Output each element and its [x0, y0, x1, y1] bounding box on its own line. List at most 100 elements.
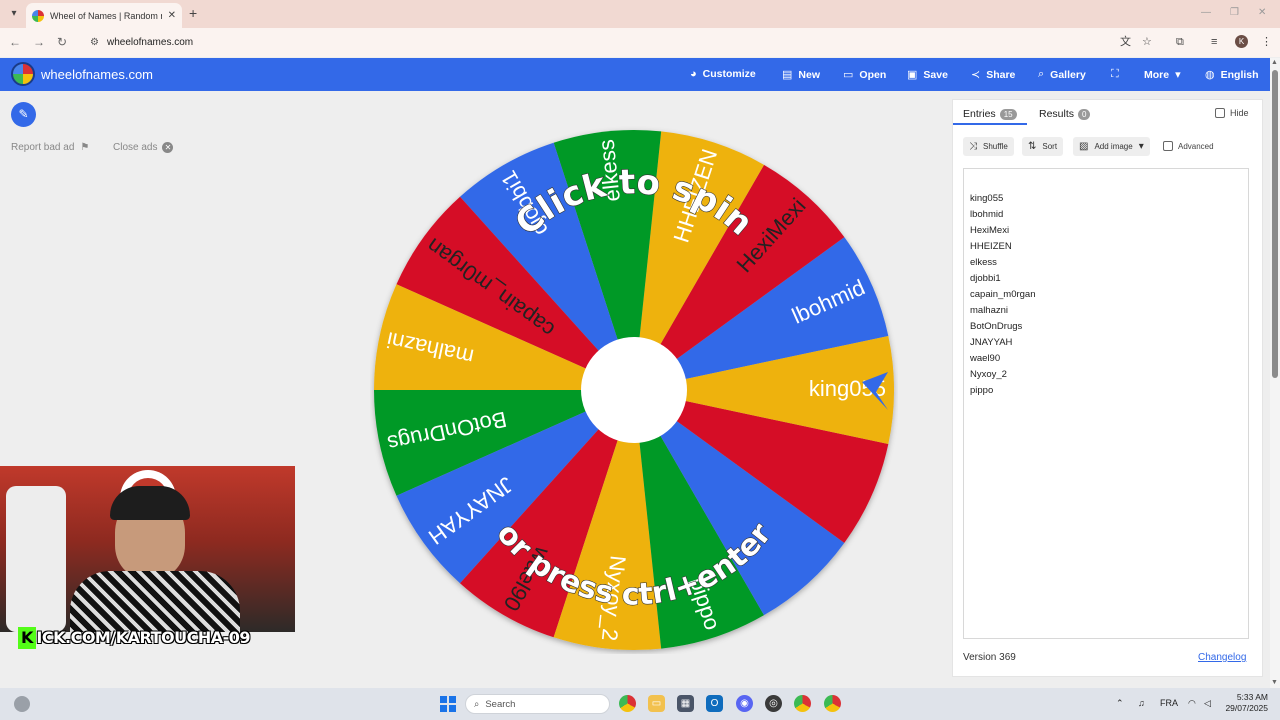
browser-tab[interactable]: Wheel of Names | Random nam ✕ — [26, 3, 182, 28]
scrollbar-thumb[interactable] — [1272, 70, 1278, 378]
back-icon[interactable]: ← — [9, 35, 21, 49]
tab-entries[interactable]: Entries 15 — [963, 108, 1017, 120]
discord-icon[interactable]: ◉ — [736, 695, 753, 712]
kick-channel-banner: K ICK.COM/KARTOUCHA-09 — [18, 627, 250, 649]
forward-icon[interactable]: → — [33, 35, 45, 49]
url-field[interactable]: ⚙ wheelofnames.com — [82, 31, 1142, 53]
start-windows-icon[interactable] — [440, 696, 456, 712]
language-button[interactable]: ◍ English — [1205, 68, 1259, 82]
shuffle-icon: ⤨ — [969, 141, 977, 152]
minimize-icon[interactable]: — — [1201, 7, 1211, 18]
site-info-icon[interactable]: ⚙ — [90, 37, 99, 48]
wheel-center[interactable] — [581, 337, 687, 443]
close-ads-link[interactable]: Close ads ✕ — [113, 142, 174, 153]
changelog-link[interactable]: Changelog — [1198, 652, 1246, 663]
add-image-button[interactable]: ▨ Add image ▾ — [1073, 137, 1150, 156]
shuffle-button[interactable]: ⤨ Shuffle — [963, 137, 1014, 156]
report-bad-ad-link[interactable]: Report bad ad ⚑ — [11, 142, 89, 153]
entries-textarea[interactable] — [963, 168, 1249, 639]
wheel-logo-icon[interactable] — [11, 62, 35, 86]
volume-icon[interactable]: ◁ — [1204, 698, 1211, 709]
new-tab-icon[interactable]: + — [189, 6, 197, 20]
translate-icon[interactable]: 文 — [1120, 35, 1131, 49]
language-indicator[interactable]: FRA — [1160, 698, 1178, 708]
media-icon[interactable]: ≡ — [1211, 35, 1217, 49]
hide-toggle[interactable]: Hide — [1215, 108, 1249, 118]
store-icon[interactable]: ▦ — [677, 695, 694, 712]
entry-item[interactable]: djobbi1 — [970, 273, 1001, 284]
entry-item[interactable]: capain_m0rgan — [970, 289, 1036, 300]
webcam-overlay — [0, 466, 295, 632]
fullscreen-button[interactable]: ⛶ — [1111, 68, 1119, 81]
scroll-up-icon[interactable]: ▲ — [1271, 59, 1278, 66]
chevron-down-icon: ▾ — [1175, 69, 1181, 81]
share-button[interactable]: ≺ Share — [971, 68, 1015, 82]
reload-icon[interactable]: ↻ — [57, 35, 67, 49]
entry-item[interactable]: HexiMexi — [970, 225, 1009, 236]
entry-item[interactable]: wael90 — [970, 353, 1000, 364]
active-tab-indicator — [953, 123, 1027, 125]
hide-checkbox[interactable] — [1215, 108, 1225, 118]
browser-menu-icon[interactable]: ⋮ — [1261, 35, 1272, 49]
taskbar-clock[interactable]: 5:33 AM 29/07/2025 — [1224, 692, 1268, 714]
results-count-badge: 0 — [1078, 108, 1091, 120]
entry-item[interactable]: elkess — [970, 257, 997, 268]
chrome-active-icon[interactable] — [794, 695, 811, 712]
chrome-profile-icon[interactable] — [824, 695, 841, 712]
advanced-toggle[interactable]: Advanced — [1163, 141, 1214, 151]
entry-item[interactable]: lbohmid — [970, 209, 1003, 220]
headphones — [110, 486, 190, 520]
file-explorer-icon[interactable]: ▭ — [648, 695, 665, 712]
taskbar-search[interactable]: ⌕ Search — [465, 694, 610, 714]
gaming-chair — [6, 486, 66, 632]
hide-label: Hide — [1230, 108, 1249, 118]
url-text: wheelofnames.com — [106, 36, 194, 48]
entry-item[interactable]: malhazni — [970, 305, 1008, 316]
entry-item[interactable]: king055 — [970, 193, 1003, 204]
entry-item[interactable]: Nyxoy_2 — [970, 369, 1007, 380]
more-button[interactable]: More ▾ — [1144, 68, 1181, 82]
open-button[interactable]: ▭ Open — [843, 68, 886, 82]
kick-url: ICK.COM/KARTOUCHA-09 — [36, 628, 250, 647]
entry-item[interactable]: HHEIZEN — [970, 241, 1012, 252]
profile-avatar[interactable]: K — [1235, 35, 1248, 48]
sort-button[interactable]: ⇅ Sort — [1022, 137, 1064, 156]
close-window-icon[interactable]: ✕ — [1258, 7, 1266, 18]
edit-pencil-button[interactable]: ✎ — [11, 102, 36, 127]
wifi-icon[interactable]: ◠ — [1188, 698, 1196, 709]
close-ads-label: Close ads — [113, 142, 158, 153]
widgets-icon[interactable] — [14, 696, 30, 712]
advanced-checkbox[interactable] — [1163, 141, 1173, 151]
search-icon: ⌕ — [1038, 68, 1045, 80]
microphone-icon[interactable]: ♫ — [1138, 698, 1145, 708]
customize-button[interactable]: ◕ Customize — [690, 68, 756, 80]
entries-count-badge: 15 — [999, 108, 1017, 120]
entry-item[interactable]: JNAYYAH — [970, 337, 1012, 348]
site-name[interactable]: wheelofnames.com — [41, 67, 153, 82]
globe-icon: ◍ — [1205, 69, 1215, 81]
outlook-icon[interactable]: O — [706, 695, 723, 712]
windows-taskbar — [0, 688, 1280, 720]
new-button[interactable]: ▤ New — [782, 68, 820, 82]
clock-time: 5:33 AM — [1236, 692, 1268, 702]
spin-wheel[interactable]: king055lbohmidHexiMexiHHEIZENelkessdjobb… — [370, 126, 898, 654]
extensions-icon[interactable]: ⧉ — [1176, 35, 1184, 49]
gallery-button[interactable]: ⌕ Gallery — [1038, 68, 1086, 81]
bookmark-star-icon[interactable]: ☆ — [1142, 35, 1152, 49]
save-button[interactable]: ▣ Save — [907, 68, 948, 82]
tab-search-icon[interactable]: ▾ — [6, 6, 22, 22]
close-tab-icon[interactable]: ✕ — [168, 10, 176, 21]
chrome-icon[interactable] — [619, 695, 636, 712]
tray-chevron-icon[interactable]: ⌃ — [1116, 698, 1124, 709]
restore-icon[interactable]: ❐ — [1230, 7, 1239, 18]
close-icon: ✕ — [162, 142, 174, 153]
entry-item[interactable]: BotOnDrugs — [970, 321, 1022, 332]
fullscreen-icon: ⛶ — [1111, 68, 1119, 80]
tab-title: Wheel of Names | Random nam — [49, 10, 162, 21]
tab-results[interactable]: Results 0 — [1039, 108, 1091, 120]
entry-item[interactable]: pippo — [970, 385, 993, 396]
scroll-down-icon[interactable]: ▼ — [1271, 679, 1278, 686]
obs-icon[interactable]: ◎ — [765, 695, 782, 712]
report-label: Report bad ad — [11, 142, 75, 153]
palette-icon: ◕ — [690, 68, 697, 80]
